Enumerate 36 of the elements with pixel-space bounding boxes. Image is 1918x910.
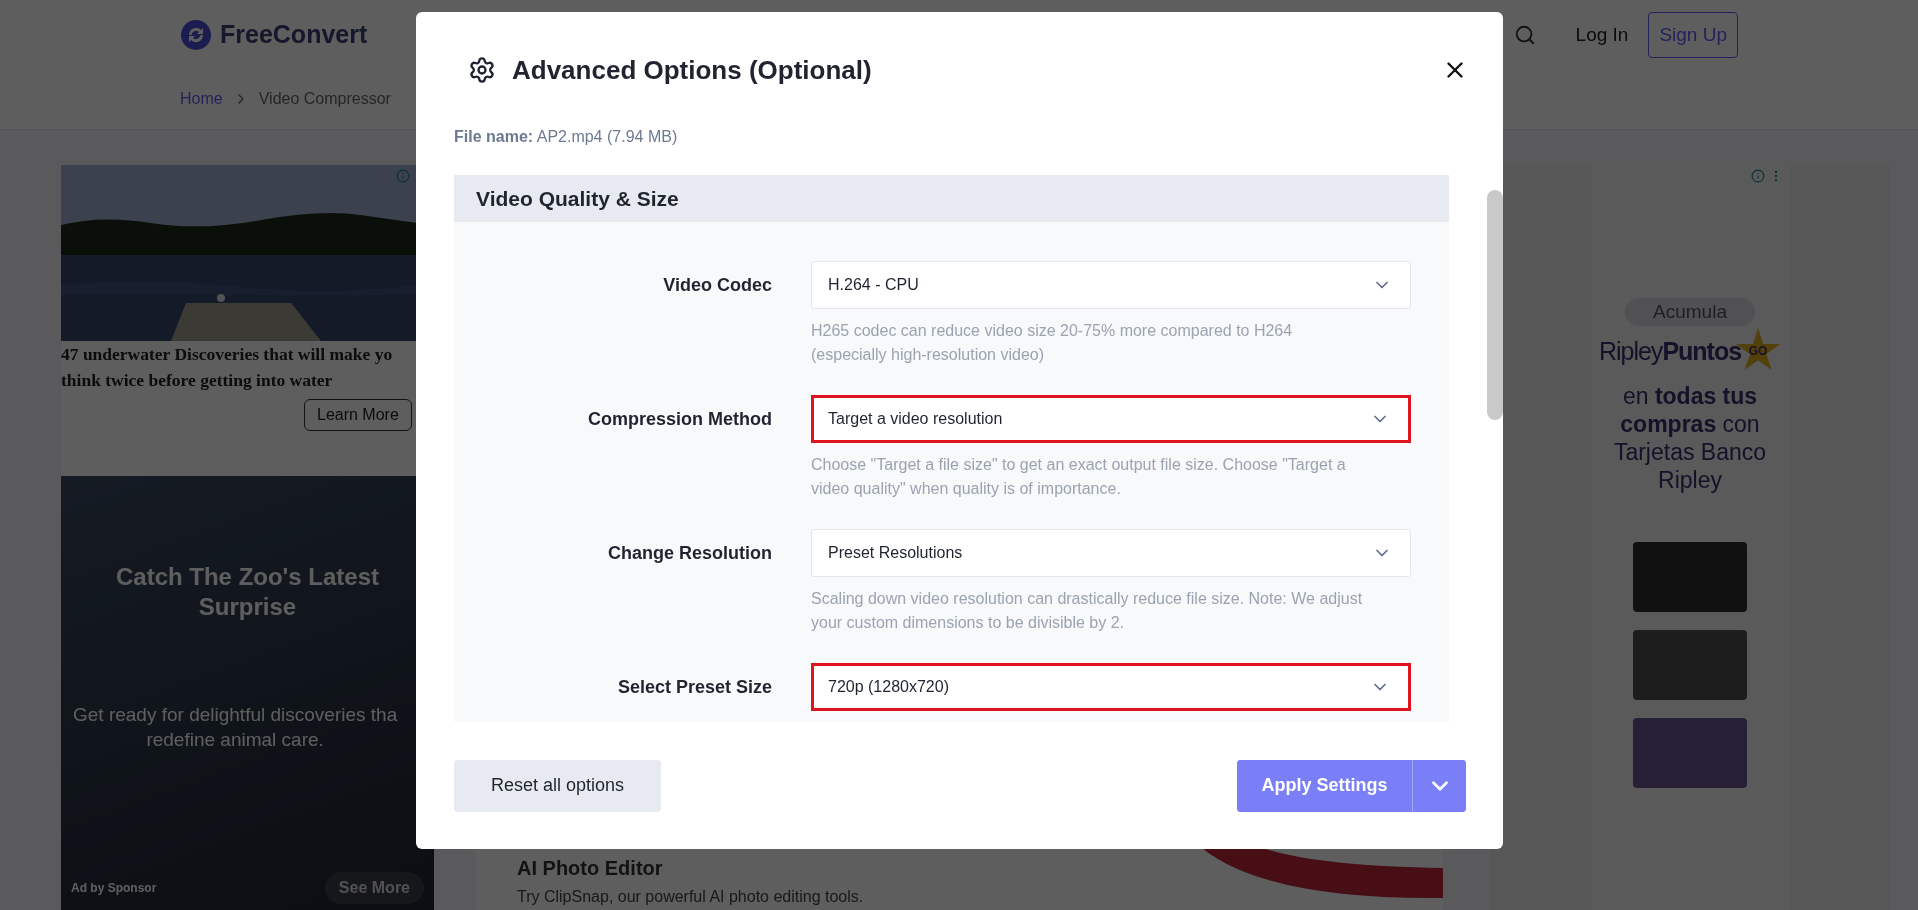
signup-button[interactable]: Sign Up (1648, 11, 1738, 58)
ad-title: Catch The Zoo's Latest Surprise (114, 562, 381, 622)
section-title: Video Quality & Size (476, 186, 679, 211)
learn-more-button[interactable]: Learn More (304, 399, 412, 431)
file-name: File name: AP2.mp4 (7.94 MB) (454, 128, 679, 147)
field-hint: Choose "Target a file size" to get an exact output file size. Choose "Target a video quality" when quality is of importance. (811, 455, 1347, 499)
settings-icon (468, 56, 496, 84)
select-field[interactable]: Target a video resolution (811, 395, 1411, 443)
select-field[interactable]: 720p (1280x720) (811, 663, 1411, 711)
search-icon[interactable] (1513, 23, 1536, 46)
info-icon[interactable] (396, 169, 410, 183)
field-hint: H265 codec can reduce video size 20-75% more compared to H264 (especially high-resolution video) (811, 321, 1294, 365)
ad-headline: 47 underwater Discoveries that will make yo (61, 343, 394, 366)
breadcrumb-current: Video Compressor (258, 90, 391, 109)
card-text: Try ClipSnap, our powerful AI photo editing tools. (517, 888, 865, 906)
field-label: Compression Method (587, 407, 772, 431)
field-label: Video Codec (662, 273, 772, 297)
info-icon[interactable] (1750, 169, 1765, 183)
ad-headline: think twice before getting into water (61, 369, 334, 392)
scrollbar-thumb[interactable] (1487, 190, 1503, 420)
field-hint: Scaling down video resolution can drastically reduce file size. Note: We adjust your custom dimensions to be divisible by 2. (811, 589, 1364, 633)
dropdown-button[interactable] (1412, 759, 1466, 812)
breadcrumb-link[interactable]: Home (180, 90, 223, 109)
field-label: Change Resolution (607, 541, 772, 565)
ad-text: en todas tus compras con Tarjetas Banco Ripley (1612, 382, 1768, 494)
reset-button[interactable]: Reset all options (454, 759, 661, 812)
select-field[interactable]: Preset Resolutions (811, 529, 1411, 577)
select-field[interactable]: H.264 - CPU (811, 261, 1411, 309)
field-label: Select Preset Size (616, 675, 772, 699)
logo-text: FreeConvert (220, 20, 368, 50)
logo-icon (180, 18, 212, 51)
card-title: AI Photo Editor (517, 857, 664, 880)
ad-text: Get ready for delightful discoveries tha redefine animal care. (72, 703, 398, 752)
login-link[interactable]: Log In (1575, 23, 1629, 46)
ad-sponsor: Ad by Sponsor (71, 881, 157, 895)
dialog-title: Advanced Options (Optional) (512, 54, 873, 86)
